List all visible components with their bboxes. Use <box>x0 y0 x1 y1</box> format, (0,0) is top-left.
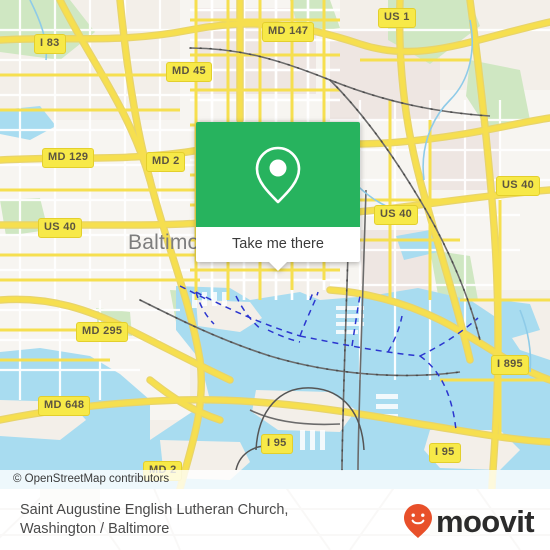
place-title-line1: Saint Augustine English Lutheran Church, <box>20 502 289 518</box>
road-shield-us40-mid: US 40 <box>374 205 419 225</box>
moovit-wordmark: moovit <box>435 503 535 539</box>
moovit-map-share-card: Baltimore I 83 MD 45 MD 147 US 1 MD 129 … <box>0 0 550 550</box>
road-shield-md295: MD 295 <box>76 322 129 342</box>
map-pin-icon <box>255 146 301 203</box>
road-shield-md45: MD 45 <box>166 62 212 82</box>
road-shield-us1: US 1 <box>378 8 416 28</box>
footer-bar: Saint Augustine English Lutheran Church,… <box>0 489 550 550</box>
road-shield-md2-upper: MD 2 <box>146 152 186 172</box>
place-title: Saint Augustine English Lutheran Church,… <box>20 501 400 539</box>
road-shield-i95-east: I 95 <box>429 443 461 463</box>
osm-attribution[interactable]: © OpenStreetMap contributors <box>0 470 550 489</box>
road-shield-i895: I 895 <box>491 355 529 375</box>
moovit-brand[interactable]: moovit <box>403 503 535 539</box>
road-shield-md129: MD 129 <box>42 148 95 168</box>
callout-header <box>196 122 360 227</box>
place-title-line2: Washington / Baltimore <box>20 521 170 537</box>
road-shield-i83: I 83 <box>34 34 66 54</box>
location-callout-card[interactable]: Take me there <box>196 122 360 271</box>
road-shield-i95-west: I 95 <box>261 434 293 454</box>
callout-action-bar[interactable]: Take me there <box>196 227 360 271</box>
road-shield-us40-east: US 40 <box>496 176 541 196</box>
road-shield-us40-west: US 40 <box>38 218 83 238</box>
moovit-smiley-pin-icon <box>403 504 432 538</box>
callout-pointer-tail <box>269 262 287 271</box>
map-canvas[interactable]: Baltimore I 83 MD 45 MD 147 US 1 MD 129 … <box>0 0 550 489</box>
road-shield-md147: MD 147 <box>262 22 315 42</box>
take-me-there-label: Take me there <box>232 236 324 253</box>
road-shield-md648: MD 648 <box>38 396 91 416</box>
